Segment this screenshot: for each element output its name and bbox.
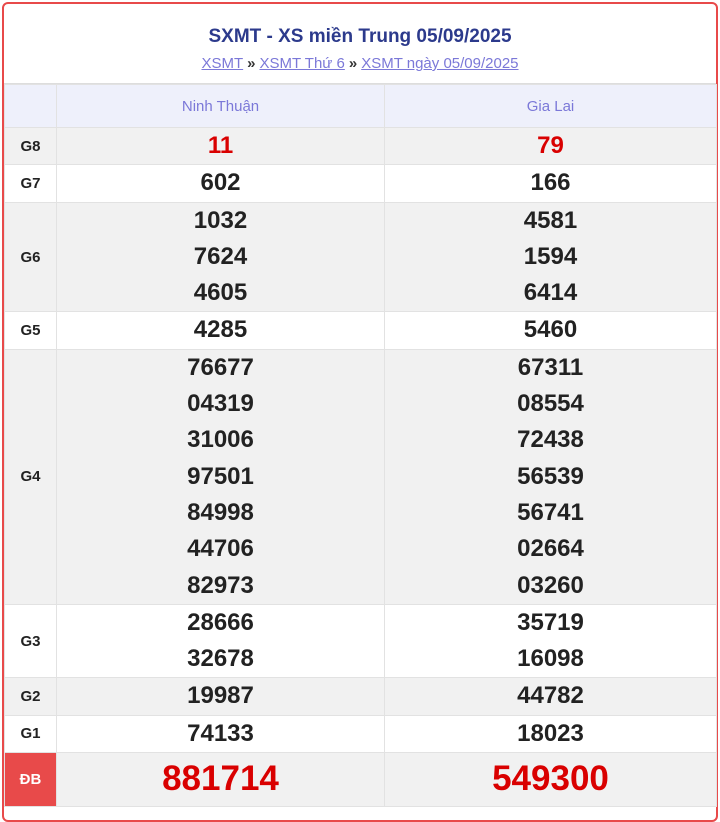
lottery-number: 79 [537,132,564,159]
prize-row-g6: G6 1032 7624 4605 4581 1594 6414 [4,201,717,313]
result-cell-ninh-thuan: 76677 04319 31006 97501 84998 44706 82973 [56,348,385,605]
prize-row-g5: G5 4285 5460 [4,311,717,350]
special-prize-label: ĐB [4,752,57,808]
result-cell-gia-lai: 79 [384,126,717,166]
page-title: SXMT - XS miền Trung 05/09/2025 [208,26,512,47]
lottery-number: 08554 [517,390,584,418]
breadcrumb-link-xsmt[interactable]: XSMT [201,55,243,72]
lottery-number: 67311 [517,353,584,381]
result-cell-gia-lai: 67311 08554 72438 56539 56741 02664 03260 [384,348,717,605]
prize-label: G2 [4,677,57,716]
lottery-number: 16098 [517,645,584,673]
prize-row-g8: G8 11 79 [4,126,717,166]
breadcrumb-link-thu6[interactable]: XSMT Thứ 6 [259,55,344,72]
lottery-number: 97501 [187,462,254,490]
breadcrumb: XSMT» XSMT Thứ 6» XSMT ngày 05/09/2025 [4,55,716,72]
lottery-number: 6414 [523,279,578,307]
lottery-number: 56539 [517,462,584,490]
result-cell-gia-lai: 5460 [384,311,717,350]
column-header-gia-lai[interactable]: Gia Lai [384,84,717,128]
lottery-number: 1032 [193,206,248,234]
table-header-row: Ninh Thuận Gia Lai [4,84,717,128]
prize-label: G1 [4,714,57,754]
prize-row-g3: G3 28666 32678 35719 16098 [4,603,717,679]
lottery-number: 4581 [523,206,578,234]
lottery-number: 02664 [517,535,584,563]
result-cell-gia-lai: 166 [384,164,717,203]
lottery-number: 44706 [187,535,254,563]
result-cell-gia-lai: 18023 [384,714,717,754]
lottery-number: 82973 [187,571,254,599]
prize-row-db: ĐB 881714 549300 [4,752,717,808]
lottery-number: 18023 [517,719,584,747]
breadcrumb-link-date[interactable]: XSMT ngày 05/09/2025 [361,55,518,72]
lottery-number: 881714 [162,759,279,799]
prize-row-g1: G1 74133 18023 [4,714,717,754]
result-cell-ninh-thuan: 28666 32678 [56,603,385,679]
results-header: SXMT - XS miền Trung 05/09/2025 XSMT» XSM… [4,4,716,84]
prize-row-g4: G4 76677 04319 31006 97501 84998 44706 82973 6… [4,348,717,605]
special-result-gia-lai: 549300 [384,752,717,808]
lottery-number: 1594 [523,242,578,270]
lottery-number: 31006 [187,426,254,454]
lottery-number: 4605 [193,279,248,307]
lottery-number: 32678 [187,645,254,673]
lottery-number: 166 [530,169,571,197]
prize-label: G6 [4,201,57,313]
result-cell-gia-lai: 44782 [384,677,717,716]
lottery-number: 19987 [187,682,254,710]
prize-row-g7: G7 602 166 [4,164,717,203]
result-cell-ninh-thuan: 11 [56,126,385,166]
lottery-number: 04319 [187,390,254,418]
lottery-number: 602 [200,169,241,197]
prize-label: G7 [4,164,57,203]
lottery-number: 76677 [187,353,254,381]
lottery-number: 56741 [517,498,584,526]
lottery-number: 72438 [517,426,584,454]
prize-label: G3 [4,603,57,679]
result-cell-gia-lai: 4581 1594 6414 [384,201,717,313]
lottery-number: 28666 [187,608,254,636]
prize-row-g2: G2 19987 44782 [4,677,717,716]
results-table: Ninh Thuận Gia Lai G8 11 79 G7 602 166 G… [4,84,717,808]
column-header-ninh-thuan[interactable]: Ninh Thuận [56,84,385,128]
lottery-number: 7624 [193,242,248,270]
result-cell-ninh-thuan: 74133 [56,714,385,754]
lottery-number: 44782 [517,682,584,710]
result-cell-ninh-thuan: 19987 [56,677,385,716]
lottery-number: 74133 [187,719,254,747]
result-cell-ninh-thuan: 4285 [56,311,385,350]
prize-label: G5 [4,311,57,350]
results-card: SXMT - XS miền Trung 05/09/2025 XSMT» XSM… [2,2,718,822]
result-cell-ninh-thuan: 1032 7624 4605 [56,201,385,313]
prize-column-header [4,84,57,128]
result-cell-gia-lai: 35719 16098 [384,603,717,679]
special-result-ninh-thuan: 881714 [56,752,385,808]
lottery-number: 03260 [517,571,584,599]
breadcrumb-separator: » [247,55,256,72]
prize-label: G8 [4,126,57,166]
result-cell-ninh-thuan: 602 [56,164,385,203]
breadcrumb-separator: » [348,55,358,72]
lottery-number: 5460 [523,316,578,344]
lottery-number: 35719 [517,608,584,636]
lottery-number: 549300 [492,759,609,799]
lottery-number: 4285 [193,316,248,344]
lottery-number: 84998 [187,498,254,526]
lottery-number: 11 [207,132,234,159]
prize-label: G4 [4,348,57,605]
